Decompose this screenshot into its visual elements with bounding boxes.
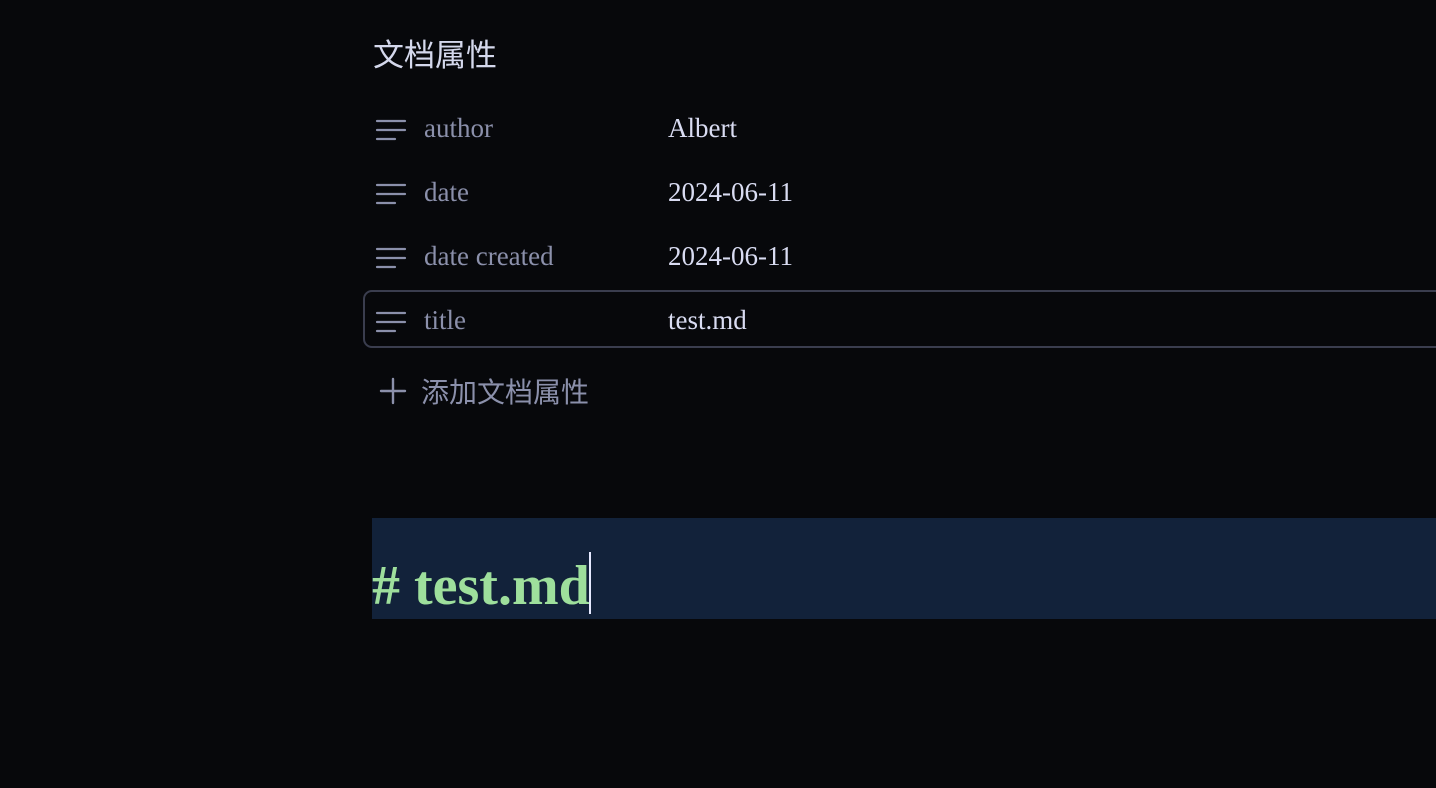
text-lines-icon[interactable]: [375, 117, 407, 143]
add-property-label: 添加文档属性: [421, 376, 590, 409]
property-key[interactable]: date: [424, 164, 469, 220]
properties-heading: 文档属性: [373, 38, 497, 74]
property-value[interactable]: 2024-06-11: [668, 164, 793, 220]
text-lines-icon[interactable]: [375, 181, 407, 207]
text-cursor: [588, 552, 591, 614]
property-row-title[interactable]: title test.md: [363, 290, 1436, 348]
property-row-date[interactable]: date 2024-06-11: [363, 162, 1436, 220]
text-lines-icon[interactable]: [375, 245, 407, 271]
editor-page: 文档属性 author Albert date 2024-06-11 date …: [0, 0, 1436, 788]
property-value[interactable]: test.md: [668, 292, 747, 348]
add-property-button[interactable]: 添加文档属性: [378, 366, 589, 416]
property-row-date-created[interactable]: date created 2024-06-11: [363, 226, 1436, 284]
active-editor-line[interactable]: # test.md: [372, 518, 1436, 619]
property-row-author[interactable]: author Albert: [363, 98, 1436, 156]
property-key[interactable]: author: [424, 100, 493, 156]
heading-text-content[interactable]: # test.md: [372, 555, 590, 617]
property-value[interactable]: 2024-06-11: [668, 228, 793, 284]
heading-markdown-text[interactable]: # test.md: [372, 550, 591, 622]
property-value[interactable]: Albert: [668, 100, 737, 156]
text-lines-icon[interactable]: [375, 309, 407, 335]
property-key[interactable]: date created: [424, 228, 554, 284]
property-key[interactable]: title: [424, 292, 466, 348]
plus-icon: [379, 377, 407, 405]
